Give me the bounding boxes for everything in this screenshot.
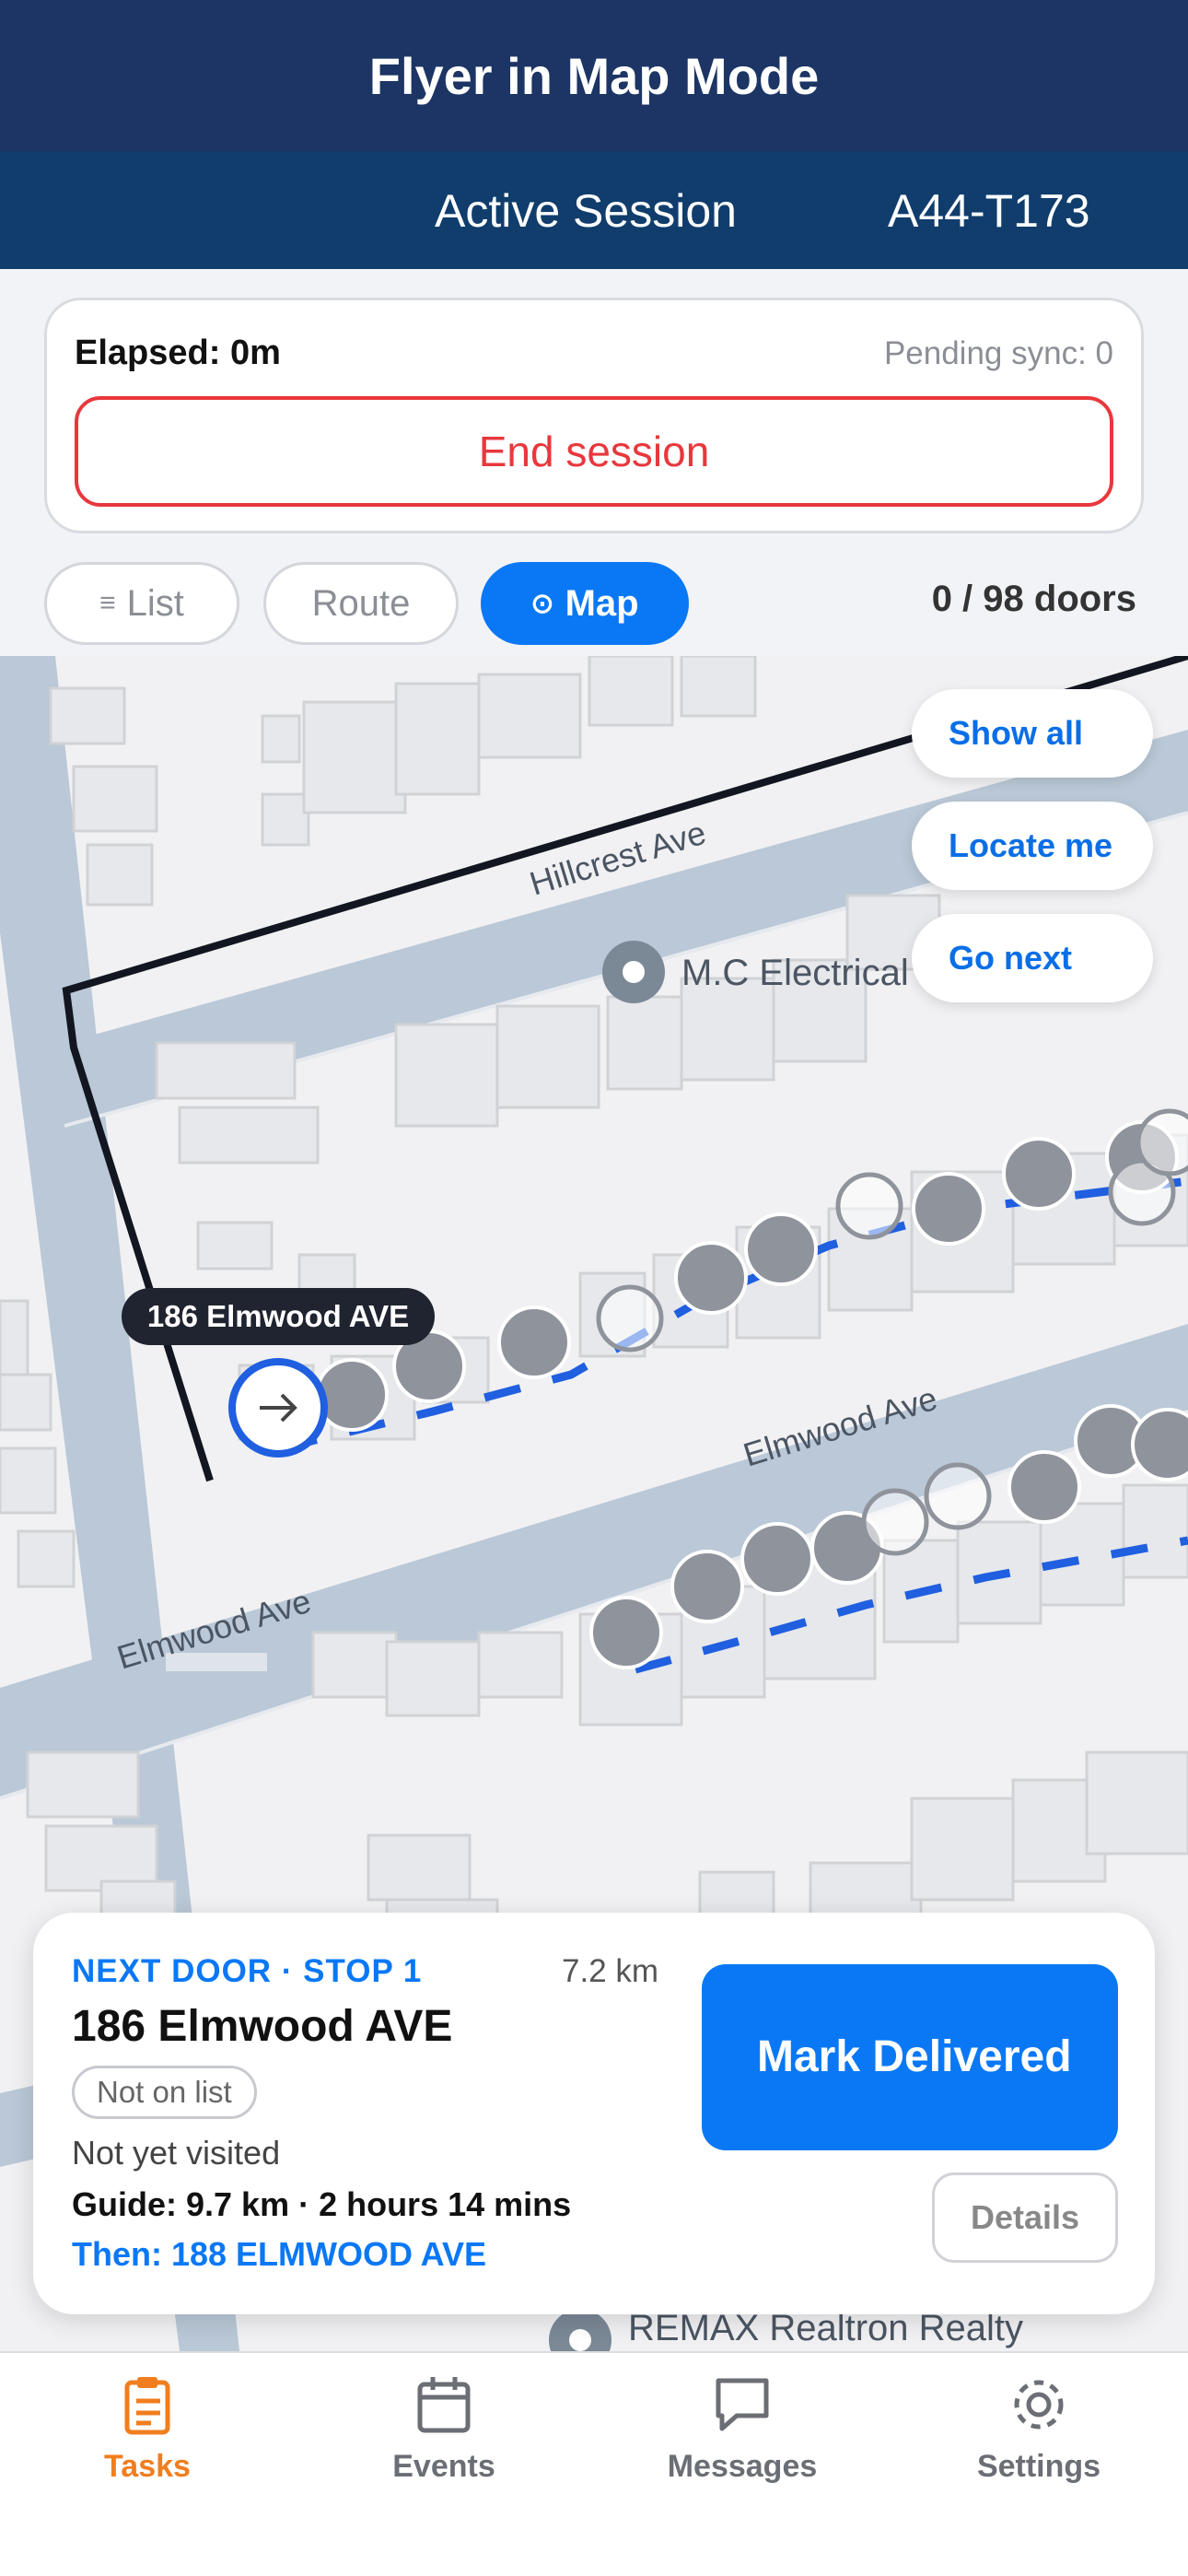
end-session-button[interactable]: End session (75, 396, 1113, 507)
mark-delivered-button[interactable]: Mark Delivered (702, 1964, 1118, 2150)
callout-text: 186 Elmwood AVE (147, 1299, 409, 1333)
session-label: Active Session (435, 185, 737, 237)
callout-label: 186 Elmwood AVE (122, 1288, 435, 1345)
tab-map-label: Map (565, 582, 639, 624)
visit-status: Not yet visited (72, 2134, 281, 2172)
tab-route-label: Route (311, 582, 411, 624)
then-address: Then: 188 ELMWOOD AVE (72, 2235, 487, 2273)
session-bar: Active Session A44-T173 (0, 151, 1188, 269)
tab-route[interactable]: Route (263, 562, 459, 645)
app-header: Flyer in Map Mode (0, 0, 1188, 151)
poi-label-electrical: M.C Electrical I (681, 953, 929, 993)
elapsed-time: Elapsed: 0m (75, 334, 281, 372)
go-next-label: Go next (949, 939, 1073, 977)
next-door-distance: 7.2 km (562, 1953, 659, 1989)
tab-tasks[interactable]: Tasks (0, 2371, 295, 2510)
guide-text: Guide: 9.7 km · 2 hours 14 mins (72, 2185, 572, 2223)
tab-list[interactable]: ≡ List (44, 562, 239, 645)
tab-settings[interactable]: Settings (891, 2371, 1186, 2510)
pending-sync: Pending sync: 0 (883, 335, 1113, 371)
message-icon (716, 2378, 769, 2431)
calendar-icon (417, 2377, 471, 2433)
next-door-address: 186 Elmwood AVE (72, 2002, 453, 2051)
doors-count: 0 / 98 doors (931, 579, 1136, 619)
page-title: Flyer in Map Mode (368, 46, 820, 105)
tab-settings-label: Settings (976, 2449, 1101, 2484)
tab-tasks-label: Tasks (104, 2449, 191, 2484)
not-on-list-badge: Not on list (72, 2066, 257, 2119)
next-door-card: NEXT DOOR · STOP 1 7.2 km 186 Elmwood AV… (33, 1913, 1155, 2314)
target-icon: ⊙ (530, 588, 554, 619)
session-card: Elapsed: 0m Pending sync: 0 End session (44, 298, 1144, 533)
details-button[interactable]: Details (932, 2172, 1118, 2263)
tab-events[interactable]: Events (297, 2371, 591, 2510)
session-code: A44-T173 (888, 185, 1090, 237)
next-door-heading: NEXT DOOR · STOP 1 (72, 1953, 423, 1989)
list-icon: ≡ (99, 588, 116, 618)
gear-icon (1014, 2380, 1064, 2430)
show-all-button[interactable]: Show all (912, 689, 1153, 778)
tab-messages-label: Messages (667, 2449, 818, 2484)
tab-map[interactable]: ⊙ Map (481, 562, 689, 645)
clipboard-icon (124, 2377, 170, 2435)
locate-me-button[interactable]: Locate me (912, 802, 1153, 890)
locate-me-label: Locate me (949, 826, 1113, 864)
tab-events-label: Events (392, 2449, 495, 2484)
tab-list-label: List (126, 582, 184, 624)
poi-pin-icon (549, 2309, 611, 2351)
go-next-button[interactable]: Go next (912, 914, 1153, 1002)
tab-messages[interactable]: Messages (595, 2371, 890, 2510)
poi-pin-icon (602, 941, 665, 1003)
show-all-label: Show all (949, 714, 1084, 752)
bottom-tab-bar: Tasks Events Messages Settings (0, 2351, 1188, 2576)
current-stop-marker (228, 1358, 328, 1458)
